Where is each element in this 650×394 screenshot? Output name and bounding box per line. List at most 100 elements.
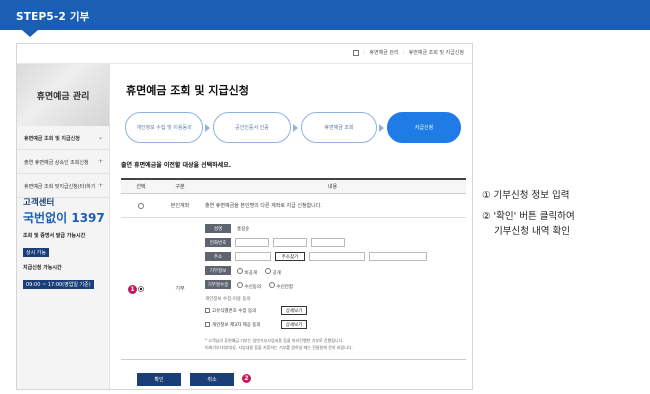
table-row: 본인계좌 출연 휴면예금을 본인명의 다른 계좌로 지급 신청합니다. — [121, 194, 466, 218]
phone-label: 전화번호 — [205, 238, 231, 247]
sidebar-item-label: 출연 휴면예금 상속인 조회신청 — [24, 160, 89, 166]
payment-hours-label: 지급신청 가능시간 — [23, 265, 62, 271]
receipt-label: 기부영수증 — [205, 280, 231, 289]
receipt-agree-option[interactable]: 수신동의 — [237, 282, 261, 290]
breadcrumb: › 휴면예금 관리 › 휴면예금 조회 및 지급신청 — [353, 49, 464, 56]
consent-third-party: 개인정보 제3자 제공 동의 — [205, 322, 261, 328]
address-search-button[interactable]: 주소찾기 — [275, 252, 305, 261]
step-label: 지급신청 — [414, 125, 434, 131]
donation-info-private-option[interactable]: 비공개 — [237, 268, 257, 276]
step-banner-title: STEP5-2 기부 — [16, 11, 90, 23]
step-label: 공인인증서 인증 — [235, 125, 269, 131]
receipt-decline-option[interactable]: 수신안함 — [269, 282, 293, 290]
donation-radio[interactable] — [138, 285, 144, 292]
step-arrow-icon — [379, 124, 384, 132]
plus-icon: + — [97, 182, 103, 189]
instruction-line-3: 기부신청 내역 확인 — [494, 226, 570, 237]
step-certificate: 공인인증서 인증 — [213, 112, 291, 143]
banner-tab-arrow — [22, 30, 38, 37]
checkbox-icon[interactable] — [205, 308, 210, 313]
name-value: 홍길순 — [237, 227, 250, 232]
select-cell — [121, 194, 161, 217]
instruction-notes: ① 기부신청 정보 입력 ② '확인' 버튼 클릭하여 기부신청 내역 확인 — [482, 188, 575, 239]
chevron-down-icon: ⌄ — [97, 134, 103, 141]
step-label: 개인정보 수집 및 이용동의 — [136, 125, 192, 131]
header-select: 선택 — [136, 184, 146, 190]
table-header: 선택 구분 내용 — [121, 180, 466, 194]
step-banner: STEP5-2 기부 — [0, 0, 650, 30]
option-label: 수신동의 — [244, 285, 261, 290]
content-cell: 출연 휴면예금을 본인명의 다른 계좌로 지급 신청합니다. — [205, 203, 322, 209]
consent-unique-id: 고유식별번호 수집 동의 — [205, 308, 256, 314]
instruction-line-1: ① 기부신청 정보 입력 — [482, 190, 570, 201]
header-category: 구분 — [175, 184, 185, 190]
step-payment-request: 지급신청 — [387, 112, 461, 143]
own-account-radio[interactable] — [138, 202, 144, 209]
screenshot-frame: › 휴면예금 관리 › 휴면예금 조회 및 지급신청 휴면예금 관리 휴면예금 … — [16, 43, 473, 390]
inquiry-hours-badge: 상시 가능 — [23, 248, 49, 257]
step-consent: 개인정보 수집 및 이용동의 — [125, 112, 203, 143]
radio-icon[interactable] — [237, 268, 243, 274]
customer-center-title: 고객센터 — [23, 198, 55, 208]
step-arrow-icon — [205, 124, 210, 132]
option-label: 공개 — [272, 271, 281, 276]
home-icon[interactable] — [353, 49, 360, 56]
inquiry-hours-label: 조회 및 증명서 발급 가능시간 — [23, 233, 86, 239]
address-field-2[interactable] — [369, 252, 427, 261]
phone-field-2[interactable] — [273, 238, 307, 247]
phone-field-1[interactable] — [235, 238, 269, 247]
donation-info-public-option[interactable]: 공개 — [265, 268, 281, 276]
option-label: 비공개 — [244, 271, 257, 276]
radio-icon[interactable] — [237, 282, 243, 288]
sidebar-title: 휴면예금 관리 — [17, 64, 109, 126]
table-row: 기부 성명 홍길순 전화번호 주소 주소찾기 기부정보 비공개 공개 기부영수증… — [121, 218, 466, 360]
donation-info-label: 기부정보 — [205, 266, 231, 275]
detail-button[interactable]: 상세보기 — [281, 306, 307, 315]
customer-center-phone: 국번없이 1397 — [23, 211, 105, 225]
donation-note-1: * 고객님의 휴면예금 기부는 일반기부사업내용 등을 따라진행한 기부로 진행… — [205, 338, 344, 343]
category-cell: 본인계좌 — [170, 203, 190, 209]
step-arrow-icon — [293, 124, 298, 132]
sidebar-item-other-inquiry[interactable]: 휴면예금 조회 및지급신청(타)하기 + — [17, 174, 109, 198]
breadcrumb-item[interactable]: 휴면예금 관리 — [369, 49, 398, 56]
payment-hours-badge: 09:00 ~ 17:00(영업일 기준) — [23, 280, 94, 289]
consent-label: 개인정보 제3자 제공 동의 — [212, 323, 261, 328]
consent-label: 고유식별번호 수집 동의 — [212, 309, 257, 314]
marker-1-icon: 1 — [128, 285, 137, 294]
instruction-line-2: ② '확인' 버튼 클릭하여 — [482, 211, 575, 222]
transfer-target-table: 선택 구분 내용 본인계좌 출연 휴면예금을 본인명의 다른 계좌로 지급 신청… — [121, 178, 466, 360]
category-cell: 기부 — [175, 286, 185, 292]
plus-icon: + — [97, 158, 103, 165]
sidebar-item-heir-inquiry[interactable]: 출연 휴면예금 상속인 조회신청 + — [17, 150, 109, 174]
detail-button[interactable]: 상세보기 — [281, 320, 307, 329]
header-content: 내용 — [327, 184, 338, 190]
breadcrumb-separator-icon: › — [402, 49, 405, 56]
breadcrumb-item[interactable]: 휴면예금 조회 및 지급신청 — [409, 49, 464, 56]
zipcode-field[interactable] — [235, 252, 271, 261]
customer-center: 고객센터 국번없이 1397 조회 및 증명서 발급 가능시간 상시 가능 지급… — [23, 196, 105, 290]
donation-note-2: 미래기부/지부대상, 사업내용 등을 지정하는 기부를 원하실 때는 전용창에 … — [205, 345, 353, 350]
sidebar-item-label: 휴면예금 조회 및 지급신청 — [24, 136, 80, 142]
option-label: 수신안함 — [276, 285, 293, 290]
checkbox-icon[interactable] — [205, 322, 210, 327]
phone-field-3[interactable] — [311, 238, 345, 247]
donation-form: 성명 홍길순 전화번호 주소 주소찾기 기부정보 비공개 공개 기부영수증 수신… — [199, 218, 466, 360]
name-label: 성명 — [205, 224, 231, 233]
cancel-button[interactable]: 취소 — [190, 373, 234, 386]
address-field-1[interactable] — [309, 252, 365, 261]
select-cell — [121, 218, 161, 359]
section-title: 출연 휴면예금을 이전할 대상을 선택하세요. — [121, 162, 231, 169]
sidebar: 휴면예금 관리 휴면예금 조회 및 지급신청 ⌄ 출연 휴면예금 상속인 조회신… — [17, 64, 110, 389]
sidebar-item-dormant-inquiry[interactable]: 휴면예금 조회 및 지급신청 ⌄ — [17, 126, 109, 150]
consent-title: 개인정보 수집·이용 동의 — [205, 297, 251, 302]
action-buttons: 확인 취소 — [137, 373, 234, 386]
confirm-button[interactable]: 확인 — [137, 373, 181, 386]
step-inquiry: 휴면예금 조회 — [301, 112, 377, 143]
breadcrumb-separator-icon: › — [363, 49, 366, 56]
radio-icon[interactable] — [265, 268, 271, 274]
sidebar-item-label: 휴면예금 조회 및지급신청(타)하기 — [24, 184, 96, 190]
address-label: 주소 — [205, 252, 231, 261]
step-progress: 개인정보 수집 및 이용동의 공인인증서 인증 휴면예금 조회 지급신청 — [125, 112, 461, 143]
radio-icon[interactable] — [269, 282, 275, 288]
step-label: 휴면예금 조회 — [324, 125, 354, 131]
